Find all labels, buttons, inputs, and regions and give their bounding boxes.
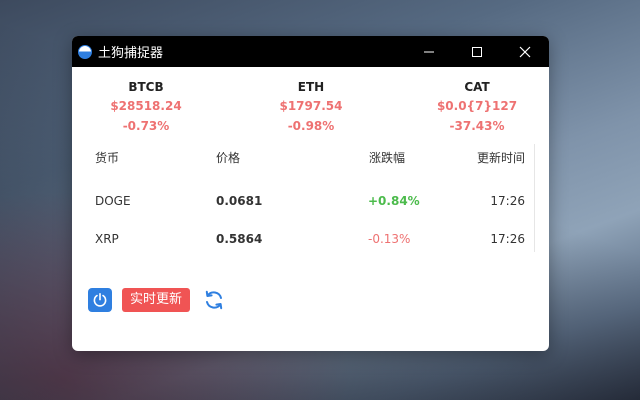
window-title: 土狗捕捉器 [98, 46, 164, 61]
ticker-symbol: BTCB [128, 80, 164, 94]
table-scrollbar[interactable] [534, 144, 535, 252]
row-coin: XRP [95, 232, 119, 246]
ticker-symbol: CAT [464, 80, 490, 94]
live-update-button[interactable]: 实时更新 [122, 288, 191, 312]
table-row[interactable]: DOGE 0.0681 +0.84% 17:26 [72, 182, 549, 220]
header-coin[interactable]: 货币 [95, 142, 119, 174]
maximize-button[interactable] [453, 36, 501, 67]
row-price: 0.5864 [216, 232, 263, 246]
row-change: -0.13% [368, 232, 411, 246]
ticker-symbol: ETH [297, 80, 325, 94]
close-button[interactable] [501, 36, 549, 67]
minimize-icon [424, 51, 434, 52]
close-icon [519, 46, 531, 57]
ticker-eth[interactable]: ETH $1797.54 -0.98% [236, 78, 386, 136]
row-price: 0.0681 [216, 194, 263, 208]
action-bar: 实时更新 [88, 288, 226, 312]
table-row[interactable]: XRP 0.5864 -0.13% 17:26 [72, 220, 549, 258]
power-button[interactable] [88, 288, 112, 312]
coin-table: 货币 价格 涨跌幅 更新时间 DOGE 0.0681 +0.84% 17:26 … [72, 143, 549, 258]
row-coin: DOGE [95, 194, 131, 208]
ticker-price: $1797.54 [279, 99, 343, 113]
ticker-cat[interactable]: CAT $0.0{7}127 -37.43% [402, 78, 549, 136]
minimize-button[interactable] [405, 36, 453, 67]
ticker-change: -0.98% [287, 119, 335, 133]
row-time: 17:26 [490, 232, 525, 246]
power-icon [93, 292, 107, 307]
title-bar[interactable]: 土狗捕捉器 [72, 36, 549, 67]
ticker-price: $28518.24 [110, 99, 182, 113]
header-price[interactable]: 价格 [216, 142, 240, 174]
row-change: +0.84% [368, 194, 420, 208]
ticker-strip: BTCB $28518.24 -0.73% ETH $1797.54 -0.98… [72, 67, 549, 143]
ticker-change: -0.73% [122, 119, 170, 133]
ticker-btcb[interactable]: BTCB $28518.24 -0.73% [72, 78, 221, 136]
refresh-button[interactable] [202, 288, 226, 312]
maximize-icon [472, 46, 482, 57]
app-window: 土狗捕捉器 BTCB $28518.24 -0.73% ETH $1797.54… [72, 36, 549, 351]
window-controls [405, 36, 549, 67]
ticker-price: $0.0{7}127 [436, 99, 518, 113]
ticker-change: -37.43% [449, 119, 505, 133]
row-time: 17:26 [490, 194, 525, 208]
header-change[interactable]: 涨跌幅 [369, 142, 405, 174]
refresh-icon [205, 290, 223, 310]
app-logo-icon [78, 44, 92, 59]
header-time[interactable]: 更新时间 [477, 142, 525, 174]
table-header: 货币 价格 涨跌幅 更新时间 [72, 142, 549, 174]
